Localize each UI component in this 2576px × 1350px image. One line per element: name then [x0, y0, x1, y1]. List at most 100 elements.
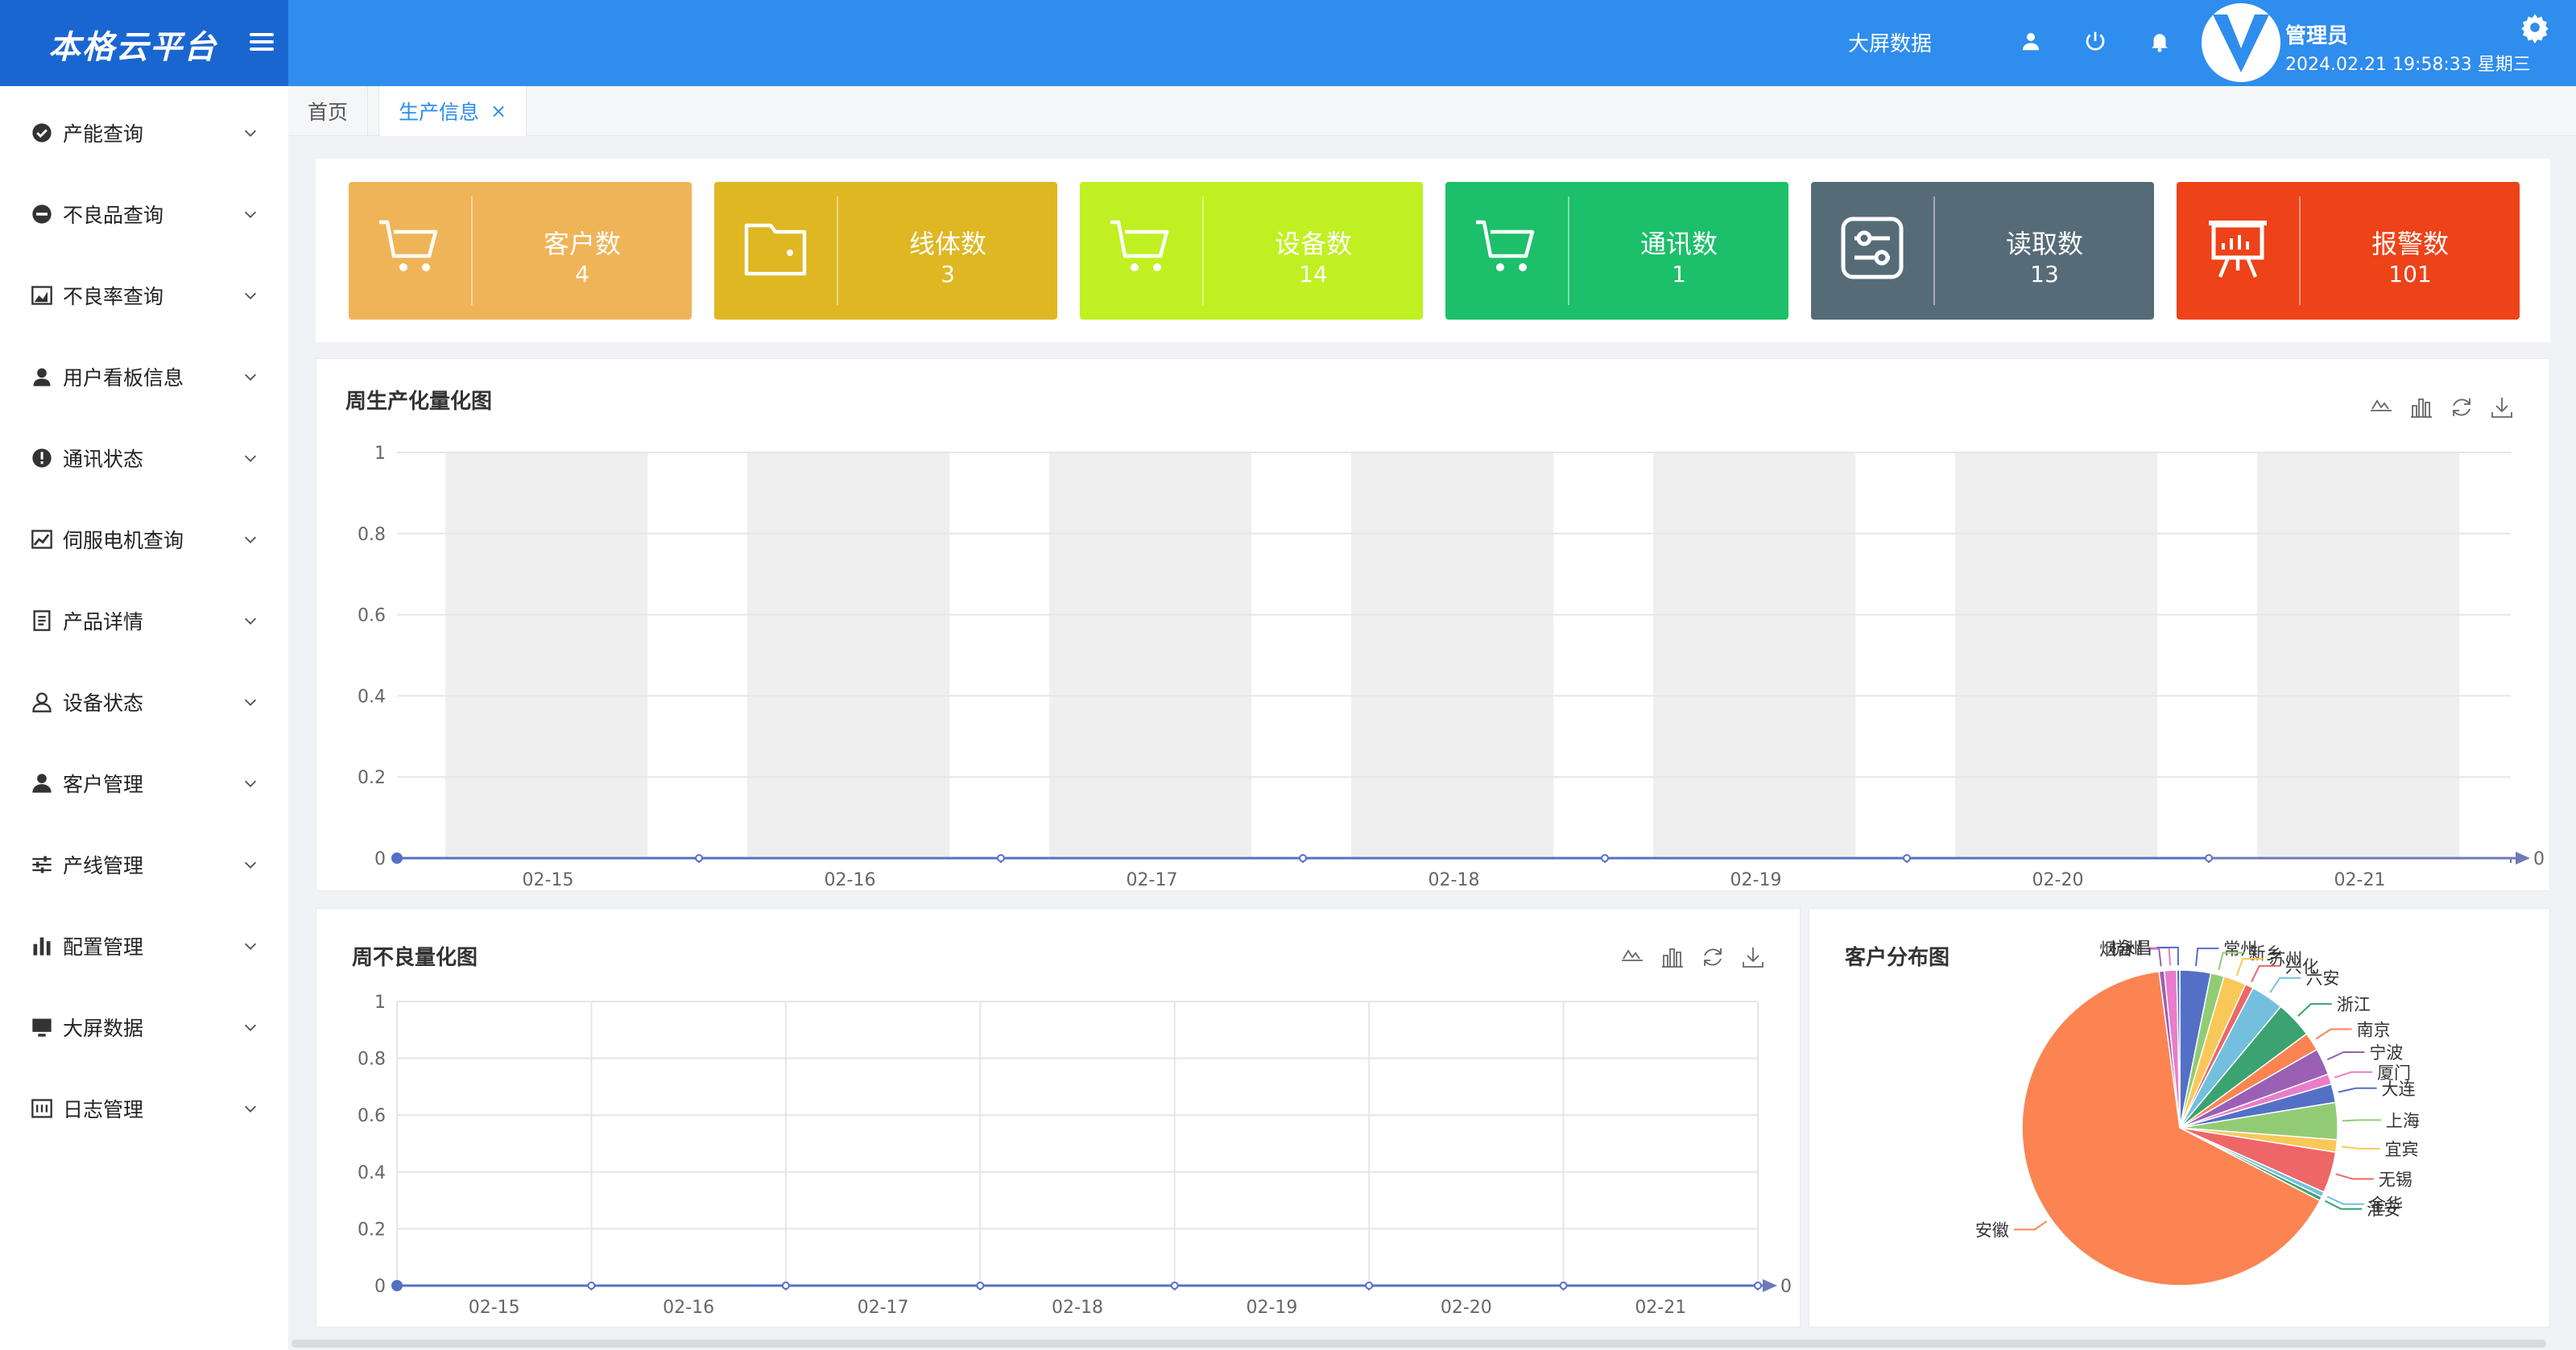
data-point: [1170, 1282, 1179, 1290]
tab-production-info[interactable]: 生产信息 ×: [378, 86, 527, 136]
card-label: 设备数: [1274, 229, 1352, 259]
y-tick-label: 0.4: [358, 1163, 386, 1183]
chevron-down-icon: [244, 699, 257, 706]
y-tick-label: 0.6: [358, 1106, 386, 1126]
sidebar-item[interactable]: 不良率查询: [0, 255, 288, 336]
data-point: [976, 1282, 985, 1290]
pie-label: 上海: [2386, 1111, 2420, 1130]
stat-card[interactable]: 客户数 4: [349, 182, 692, 320]
y-tick-label: 1: [374, 993, 386, 1013]
chevron-down-icon: [244, 780, 257, 787]
chevron-down-icon: [244, 1024, 257, 1031]
weekly-defects-panel: 周不良量化图 0 0.2 0.4 0.6 0.8 1 0 02-15 02-16 02-17 02-…: [316, 908, 1801, 1327]
sidebar-item[interactable]: 客户管理: [0, 743, 288, 824]
y-tick-label: 0.2: [358, 1220, 386, 1240]
check-circle-icon: [32, 123, 52, 142]
top-header: 本格云平台 大屏数据 管理员 2024.02.21 19:58:33 星期三: [0, 0, 2576, 86]
split-area-band: [747, 452, 950, 858]
sidebar-item[interactable]: 产品详情: [0, 580, 288, 661]
data-point: [1903, 854, 1911, 862]
cart-icon: [1110, 220, 1169, 271]
stat-card[interactable]: 报警数 101: [2177, 182, 2520, 320]
x-tick-label: 02-16: [663, 1298, 714, 1318]
sidebar-item-label: 不良率查询: [63, 285, 164, 308]
bell-icon[interactable]: [2148, 29, 2172, 53]
x-tick-label: 02-15: [469, 1298, 520, 1318]
card-value: 101: [2388, 261, 2432, 287]
stat-card[interactable]: 读取数 13: [1811, 182, 2154, 320]
data-point: [391, 1280, 403, 1291]
sidebar-item[interactable]: 产能查询: [0, 93, 288, 173]
horizontal-scrollbar[interactable]: [292, 1340, 2546, 1348]
sidebar-item[interactable]: 大屏数据: [0, 987, 288, 1067]
user-outline-icon: [32, 692, 52, 712]
chevron-down-icon: [244, 536, 257, 543]
card-value: 1: [1672, 261, 1686, 287]
sidebar-item[interactable]: 配置管理: [0, 906, 288, 986]
split-area-band: [2257, 452, 2460, 858]
sidebar-item[interactable]: 设备状态: [0, 662, 288, 742]
data-point: [781, 1282, 790, 1290]
sidebar-item-label: 产线管理: [63, 854, 144, 877]
sidebar-item[interactable]: 日志管理: [0, 1068, 288, 1149]
power-icon[interactable]: [2083, 29, 2107, 53]
pie-label: 大连: [2382, 1080, 2416, 1099]
pie-label-line: [2297, 1003, 2332, 1017]
pie-label-line: [2195, 947, 2219, 967]
weekly-production-panel: 周生产化量化图 0 0.2 0.4 0.6 0.8 1 0 02-15 02-16 02-17 02…: [316, 358, 2550, 891]
weekly-production-chart: 0 0.2 0.4 0.6 0.8 1 0 02-15 02-16 02-17 02-18 02-19…: [358, 444, 2545, 890]
chevron-down-icon: [244, 861, 257, 869]
pie-label: 安徽: [1975, 1220, 2009, 1240]
pie-label-line: [2326, 1051, 2365, 1061]
tab-home[interactable]: 首页: [288, 86, 369, 136]
pie-label-line: [2338, 1087, 2377, 1093]
y-tick-label: 0.8: [358, 525, 386, 545]
y-tick-label: 1: [374, 444, 386, 464]
user-icon: [33, 368, 51, 386]
pie-label: 六安: [2305, 969, 2339, 989]
avatar[interactable]: [2202, 3, 2280, 82]
pie-label: 南京: [2357, 1020, 2391, 1039]
card-label: 线体数: [908, 229, 986, 259]
sidebar-item[interactable]: 伺服电机查询: [0, 499, 288, 580]
sliders-icon: [32, 856, 52, 873]
close-icon[interactable]: ×: [490, 100, 507, 122]
chevron-down-icon: [244, 943, 257, 950]
x-axis-end-label: 0: [1780, 1277, 1792, 1297]
x-tick-label: 02-18: [1429, 870, 1480, 890]
y-tick-label: 0.4: [358, 687, 386, 707]
data-point: [695, 854, 703, 862]
bar-chart-icon: [33, 937, 51, 956]
cart-icon: [1476, 220, 1535, 271]
data-point: [1559, 1282, 1568, 1290]
sidebar-item[interactable]: 用户看板信息: [0, 336, 288, 417]
sidebar-item[interactable]: 产线管理: [0, 824, 288, 905]
pie-label: 浙江: [2337, 995, 2371, 1014]
big-screen-link[interactable]: 大屏数据: [1848, 27, 1932, 57]
pie-label-line: [2315, 1028, 2352, 1040]
sidebar-item[interactable]: 通讯状态: [0, 418, 288, 498]
pie-label: 宁波: [2369, 1043, 2403, 1063]
stat-card[interactable]: 通讯数 1: [1445, 182, 1788, 320]
sidebar-item-label: 用户看板信息: [63, 366, 184, 390]
stat-card[interactable]: 线体数 3: [714, 182, 1057, 320]
split-area-band: [1653, 452, 1856, 858]
sidebar-item-label: 产能查询: [63, 122, 144, 146]
y-tick-label: 0: [374, 849, 386, 869]
chevron-down-icon: [244, 374, 257, 381]
area-chart-icon: [31, 286, 52, 305]
card-label: 通讯数: [1639, 229, 1718, 259]
sidebar-item-label: 设备状态: [63, 692, 144, 715]
y-tick-label: 0: [374, 1277, 386, 1297]
card-value: 13: [2030, 261, 2059, 287]
pie-label: 无锡: [2379, 1170, 2413, 1190]
chevron-down-icon: [244, 617, 257, 625]
settings-icon[interactable]: [2519, 11, 2551, 43]
exclamation-circle-icon: [32, 448, 52, 468]
menu-toggle-icon[interactable]: [250, 29, 274, 53]
user-icon[interactable]: [2019, 29, 2043, 53]
pie-label: 淮安: [2367, 1200, 2400, 1220]
sidebar-item[interactable]: 不良品查询: [0, 174, 288, 254]
stat-card[interactable]: 设备数 14: [1080, 182, 1423, 320]
chevron-down-icon: [244, 292, 257, 299]
